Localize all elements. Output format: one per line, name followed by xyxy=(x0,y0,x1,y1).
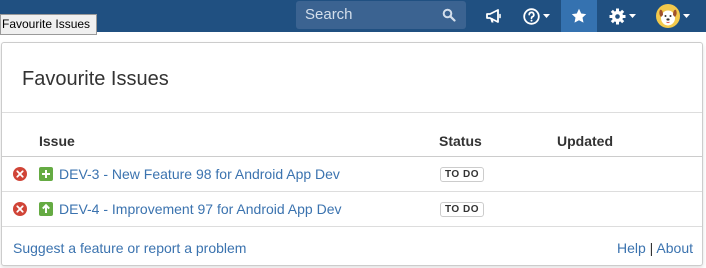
panel-title: Favourite Issues xyxy=(22,68,169,90)
column-header-issue: Issue xyxy=(39,133,75,149)
remove-favourite-icon[interactable] xyxy=(13,202,27,216)
chevron-down-icon xyxy=(683,14,690,18)
user-profile-button[interactable] xyxy=(650,0,696,32)
issue-link[interactable]: DEV-3 - New Feature 98 for Android App D… xyxy=(59,166,340,182)
new-feature-icon xyxy=(39,167,53,181)
notifications-button[interactable] xyxy=(478,0,510,32)
favourite-issues-panel: Favourite Issues Issue Status Updated DE… xyxy=(1,42,703,266)
help-menu-button[interactable] xyxy=(516,0,556,32)
browser-tooltip: Favourite Issues xyxy=(0,14,98,35)
favourite-issues-table: Issue Status Updated DEV-3 - New Feature… xyxy=(2,123,702,227)
chevron-down-icon xyxy=(628,14,636,18)
panel-header: Favourite Issues xyxy=(2,43,702,113)
issue-link[interactable]: DEV-4 - Improvement 97 for Android App D… xyxy=(59,201,341,217)
about-link[interactable]: About xyxy=(656,240,693,256)
table-header: Issue Status Updated xyxy=(2,123,702,157)
megaphone-icon xyxy=(486,9,501,23)
remove-favourite-icon[interactable] xyxy=(13,167,27,181)
favourites-button[interactable] xyxy=(561,0,597,32)
help-icon xyxy=(522,7,540,25)
status-badge: TO DO xyxy=(440,202,484,217)
footer-links: Help | About xyxy=(617,240,693,256)
improvement-icon xyxy=(39,202,53,216)
search-input[interactable]: Search xyxy=(305,6,353,23)
column-header-updated: Updated xyxy=(557,133,613,149)
panel-footer: Suggest a feature or report a problem He… xyxy=(2,239,702,265)
search-box[interactable]: Search xyxy=(296,1,466,29)
column-header-status: Status xyxy=(439,133,482,149)
top-navigation-bar: Search xyxy=(0,0,706,32)
search-icon[interactable] xyxy=(442,8,456,22)
chevron-down-icon xyxy=(542,14,550,18)
settings-menu-button[interactable] xyxy=(604,0,640,32)
help-link[interactable]: Help xyxy=(617,240,646,256)
feedback-link[interactable]: Suggest a feature or report a problem xyxy=(13,240,246,256)
table-row: DEV-4 - Improvement 97 for Android App D… xyxy=(2,192,702,227)
footer-separator: | xyxy=(649,240,654,256)
star-icon xyxy=(571,8,587,23)
table-row: DEV-3 - New Feature 98 for Android App D… xyxy=(2,157,702,192)
avatar xyxy=(656,4,680,28)
gear-icon xyxy=(609,8,625,24)
status-badge: TO DO xyxy=(440,167,484,182)
